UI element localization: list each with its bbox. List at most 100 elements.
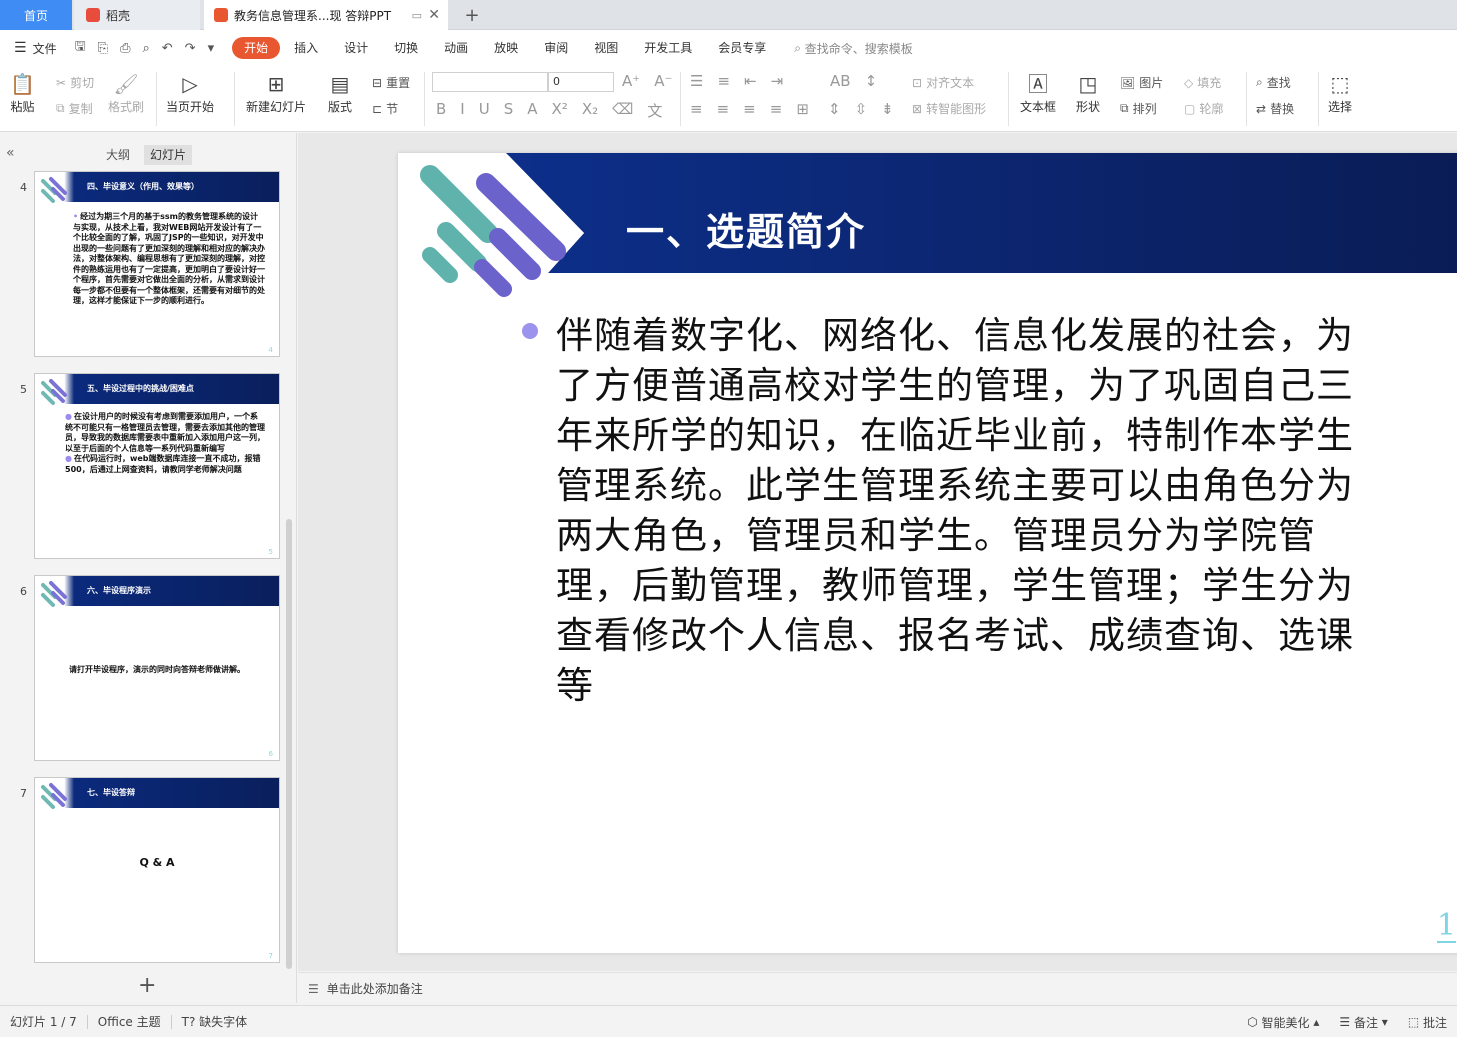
paragraph-spacing-more-icon[interactable]: ⇟ <box>881 100 894 118</box>
thumb-title: 五、毕设过程中的挑战/困难点 <box>87 384 194 393</box>
add-slide-button[interactable]: + <box>138 973 156 998</box>
layout-button[interactable]: ▤ 版式 <box>328 70 352 115</box>
slide-counter: 幻灯片 1 / 7 <box>10 1015 77 1029</box>
outline-button[interactable]: ▢ 轮廓 <box>1184 100 1223 117</box>
comments-button[interactable]: ⬚ 批注 <box>1398 1014 1457 1031</box>
menu-tab-insert[interactable]: 插入 <box>282 37 330 59</box>
new-slide-button[interactable]: ⊞ 新建幻灯片 <box>246 70 306 115</box>
slide-thumbnail[interactable]: 四、毕设意义（作用、效果等） • 经过为期三个月的基于ssm的教务管理系统的设计与… <box>34 171 280 357</box>
undo-icon[interactable]: ↶ <box>162 41 173 56</box>
export-icon[interactable]: ⎘ <box>98 41 108 56</box>
distribute-icon[interactable]: ⊞ <box>796 100 809 118</box>
menu-tab-design[interactable]: 设计 <box>332 37 380 59</box>
find-button[interactable]: ⌕ 查找 <box>1256 74 1291 91</box>
smart-beautify-button[interactable]: ⬡ 智能美化 ▴ <box>1237 1014 1329 1031</box>
justify-icon[interactable]: ≡ <box>770 100 783 118</box>
strikethrough-icon[interactable]: S <box>504 100 514 121</box>
menu-tab-developer[interactable]: 开发工具 <box>632 37 704 59</box>
status-right: ⬡ 智能美化 ▴ ☰ 备注 ▾ ⬚ 批注 <box>1237 1006 1457 1037</box>
missing-font-button[interactable]: T? 缺失字体 <box>172 1013 258 1030</box>
save-icon[interactable]: 🖫 <box>75 37 86 59</box>
slide-thumbnail[interactable]: 六、毕设程序演示 请打开毕设程序，演示的同时向答辩老师做讲解。 6 <box>34 575 280 761</box>
command-search[interactable]: ⌕ 查找命令、搜索模板 <box>794 40 913 57</box>
textbox-button[interactable]: 🄰 文本框 <box>1020 70 1056 115</box>
tab-home[interactable]: 首页 <box>0 0 72 30</box>
bold-icon[interactable]: B <box>436 100 446 121</box>
notes-bar[interactable]: ☰ 单击此处添加备注 <box>298 972 1457 1004</box>
tab-slides[interactable]: 幻灯片 <box>144 145 193 165</box>
window-icon[interactable]: ▭ <box>412 9 422 22</box>
tab-daoke[interactable]: 稻壳 <box>74 0 200 30</box>
shrink-font-icon[interactable]: A⁻ <box>654 72 672 90</box>
numbered-list-icon[interactable]: ≡ <box>717 72 730 90</box>
slide-title[interactable]: 一、选题简介 <box>626 201 866 256</box>
align-right-icon[interactable]: ≡ <box>743 100 756 118</box>
thumb-title: 六、毕设程序演示 <box>87 586 151 595</box>
print-icon[interactable]: ⎙ <box>120 41 130 56</box>
italic-icon[interactable]: I <box>460 100 464 121</box>
grow-font-icon[interactable]: A⁺ <box>622 72 640 90</box>
theme-name[interactable]: Office 主题 <box>88 1013 171 1030</box>
cut-button[interactable]: ✂ 剪切 <box>56 74 94 91</box>
paste-label: 粘贴 <box>10 100 35 114</box>
replace-button[interactable]: ⇄ 替换 <box>1256 100 1294 117</box>
notes-toggle-button[interactable]: ☰ 备注 ▾ <box>1329 1014 1397 1031</box>
clear-format-icon[interactable]: ⌫ <box>612 100 633 121</box>
align-left-icon[interactable]: ≡ <box>690 100 703 118</box>
text-direction-icon[interactable]: AB <box>830 72 851 90</box>
smartart-button[interactable]: ⊠ 转智能图形 <box>912 100 986 117</box>
underline-icon[interactable]: U <box>479 100 490 121</box>
redo-icon[interactable]: ↷ <box>185 41 196 56</box>
slide-thumbnail[interactable]: 七、毕设答辩 Q & A 7 <box>34 777 280 963</box>
file-menu[interactable]: ☰ 文件 <box>0 40 69 57</box>
arrange-button[interactable]: ⧉ 排列 <box>1120 100 1157 117</box>
preview-icon[interactable]: ⌕ <box>142 41 149 56</box>
slide-thumbnail[interactable]: 五、毕设过程中的挑战/困难点 ● 在设计用户的时候没有考虑到需要添加用户，一个系统… <box>34 373 280 559</box>
copy-icon: ⧉ <box>56 101 65 115</box>
paste-button[interactable]: 📋 粘贴 <box>10 70 35 115</box>
tab-outline[interactable]: 大纲 <box>100 145 136 165</box>
notes-icon: ☰ <box>308 981 319 996</box>
menu-tab-slideshow[interactable]: 放映 <box>482 37 530 59</box>
paragraph-spacing-icon[interactable]: ⇳ <box>855 100 868 118</box>
font-size-select[interactable]: 0 <box>548 72 614 92</box>
tab-home-label: 首页 <box>23 8 48 23</box>
section-button[interactable]: ⊏ 节 <box>372 100 398 117</box>
phonetic-icon[interactable]: 文 <box>647 100 662 121</box>
bullet-list-icon[interactable]: ☰ <box>690 72 703 90</box>
reset-button[interactable]: ⊟ 重置 <box>372 74 410 91</box>
tab-document[interactable]: 教务信息管理系...现 答辩PPT ▭ ✕ <box>204 0 448 30</box>
new-tab-button[interactable]: + <box>460 0 484 30</box>
align-center-icon[interactable]: ≡ <box>717 100 730 118</box>
dropdown-icon[interactable]: ▾ <box>208 41 215 56</box>
thumb-bullet: ● 在设计用户的时候没有考虑到需要添加用户，一个系统不可能只有一格管理员去管理，需… <box>65 412 265 453</box>
collapse-panel-icon[interactable]: « <box>6 145 15 161</box>
subscript-icon[interactable]: X₂ <box>582 100 598 121</box>
align-text-button[interactable]: ⊡ 对齐文本 <box>912 74 974 91</box>
menu-tab-member[interactable]: 会员专享 <box>706 37 778 59</box>
line-spacing-down-icon[interactable]: ⇕ <box>828 100 841 118</box>
font-name-select[interactable] <box>432 72 548 92</box>
menu-tab-home[interactable]: 开始 <box>232 37 281 59</box>
current-slide[interactable]: 一、选题简介 伴随着数字化、网络化、信息化发展的社会，为了方便普通高校对学生的管… <box>398 153 1457 953</box>
close-icon[interactable]: ✕ <box>428 7 440 23</box>
menu-tab-transition[interactable]: 切换 <box>382 37 430 59</box>
tab-document-label: 教务信息管理系...现 答辩PPT <box>234 8 392 23</box>
copy-button[interactable]: ⧉ 复制 <box>56 100 93 117</box>
fill-button[interactable]: ◇ 填充 <box>1184 74 1221 91</box>
panel-scrollbar[interactable] <box>286 519 292 969</box>
picture-button[interactable]: 🖼 图片 <box>1120 74 1163 91</box>
menu-tab-view[interactable]: 视图 <box>582 37 630 59</box>
menu-tab-animation[interactable]: 动画 <box>432 37 480 59</box>
superscript-icon[interactable]: X² <box>552 100 568 121</box>
slide-body-text[interactable]: 伴随着数字化、网络化、信息化发展的社会，为了方便普通高校对学生的管理，为了巩固自… <box>556 311 1390 711</box>
play-from-current-button[interactable]: ▷ 当页开始 <box>166 70 214 115</box>
line-spacing-icon[interactable]: ↕ <box>865 72 878 90</box>
decrease-indent-icon[interactable]: ⇤ <box>744 72 757 90</box>
select-button[interactable]: ⬚ 选择 <box>1328 70 1352 115</box>
font-color-icon[interactable]: A <box>527 100 537 121</box>
shape-button[interactable]: ◳ 形状 <box>1076 70 1100 115</box>
increase-indent-icon[interactable]: ⇥ <box>771 72 784 90</box>
menu-tab-review[interactable]: 审阅 <box>532 37 580 59</box>
format-painter-button[interactable]: 🖌 格式刷 <box>108 70 144 115</box>
